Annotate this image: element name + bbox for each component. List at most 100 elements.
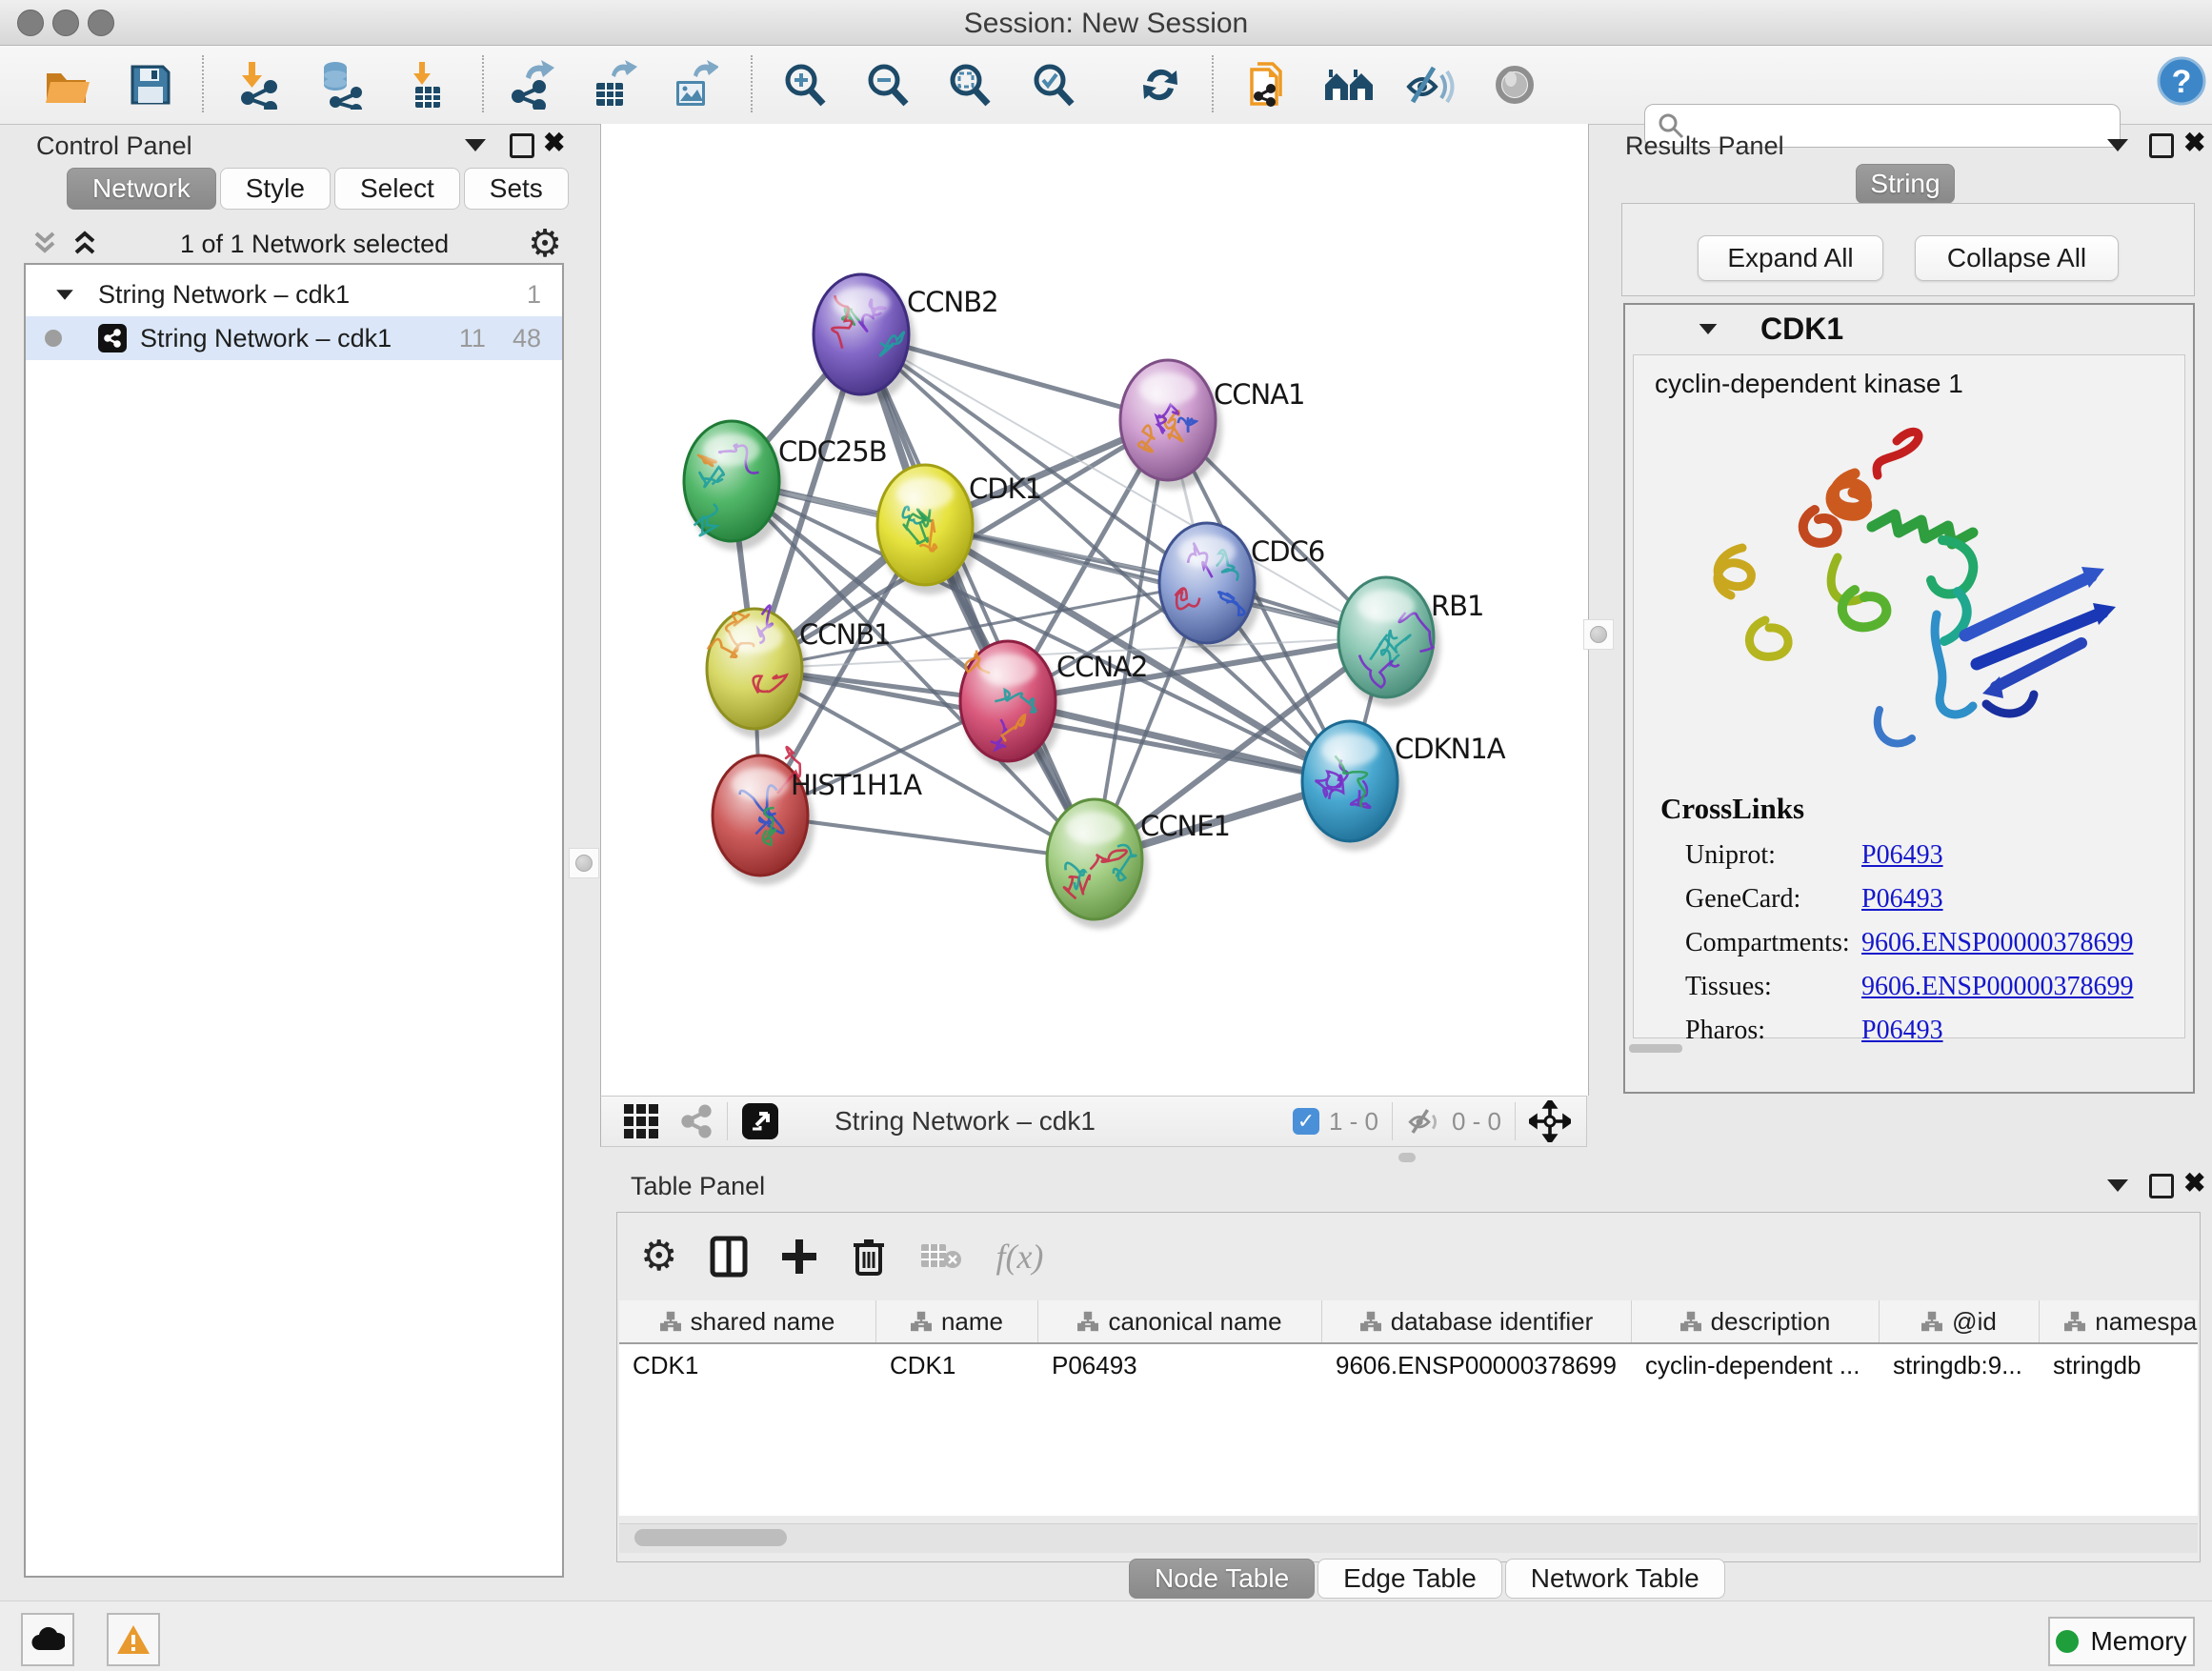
tree-expand-caret[interactable] xyxy=(56,290,73,299)
share-document-button[interactable] xyxy=(1241,59,1293,111)
presentation-sphere-button[interactable] xyxy=(1489,59,1540,111)
export-image-button[interactable] xyxy=(668,59,719,111)
warning-icon xyxy=(115,1623,151,1656)
warnings-button[interactable] xyxy=(107,1613,160,1666)
results-scrollbar-thumb[interactable] xyxy=(1629,1044,1682,1053)
network-tree-child-row[interactable]: String Network – cdk1 11 48 xyxy=(26,316,562,360)
table-scrollbar-thumb[interactable] xyxy=(634,1529,787,1546)
table-tab-network-table[interactable]: Network Table xyxy=(1505,1559,1725,1599)
memory-button[interactable]: Memory xyxy=(2048,1617,2195,1666)
table-panel-menu-caret[interactable] xyxy=(2107,1179,2128,1192)
crosslink-link[interactable]: P06493 xyxy=(1861,1016,1943,1046)
columns-icon[interactable] xyxy=(710,1236,748,1278)
save-session-button[interactable] xyxy=(125,59,176,111)
gene-expand-caret[interactable] xyxy=(1699,323,1718,333)
expand-all-button[interactable]: Expand All xyxy=(1698,235,1883,281)
left-splitter-handle[interactable] xyxy=(569,848,599,878)
delete-column-icon[interactable] xyxy=(851,1236,887,1278)
import-network-file-button[interactable] xyxy=(233,59,285,111)
control-panel-float-icon[interactable] xyxy=(510,133,534,158)
help-button[interactable]: ? xyxy=(2156,55,2207,107)
import-network-database-button[interactable] xyxy=(315,59,367,111)
open-session-button[interactable] xyxy=(41,59,92,111)
control-tab-select[interactable]: Select xyxy=(334,168,460,210)
grid-view-icon[interactable] xyxy=(622,1102,660,1140)
node-CCNB1[interactable]: CCNB1 xyxy=(707,606,891,738)
column-header-databaseidentifier[interactable]: database identifier xyxy=(1322,1300,1632,1342)
table-cell[interactable]: P06493 xyxy=(1038,1344,1322,1386)
table-tab-edge-table[interactable]: Edge Table xyxy=(1317,1559,1502,1599)
crosslinks-list: Uniprot:P06493GeneCard:P06493Compartment… xyxy=(1685,834,2162,1053)
collapse-all-button[interactable]: Collapse All xyxy=(1915,235,2119,281)
crosslink-link[interactable]: 9606.ENSP00000378699 xyxy=(1861,928,2133,958)
control-tab-style[interactable]: Style xyxy=(220,168,331,210)
column-header-sharedname[interactable]: shared name xyxy=(619,1300,876,1342)
network-graph[interactable]: CCNB2CCNA1CDC25BCDK1CDC6RB1CCNB1CCNA2CDK… xyxy=(601,124,1588,1096)
table-scrollbar-track[interactable] xyxy=(619,1523,2198,1553)
zoom-selected-button[interactable] xyxy=(1028,59,1079,111)
table-cell[interactable]: stringdb:9... xyxy=(1880,1344,2040,1386)
cloud-button[interactable] xyxy=(21,1613,74,1666)
results-tab-string[interactable]: String xyxy=(1856,164,1955,204)
node-CDK1[interactable]: CDK1 xyxy=(877,465,1041,594)
zoom-fit-button[interactable] xyxy=(944,59,995,111)
hide-graphics-button[interactable] xyxy=(1403,59,1455,111)
birdseye-view-icon[interactable] xyxy=(741,1102,779,1140)
window-title: Session: New Session xyxy=(0,8,2212,40)
table-cell[interactable]: 9606.ENSP00000378699 xyxy=(1322,1344,1632,1386)
node-label-CCNB1: CCNB1 xyxy=(799,618,891,651)
table-options-gear-icon[interactable]: ⚙ xyxy=(640,1236,677,1278)
results-panel-menu-caret[interactable] xyxy=(2107,139,2128,151)
table-row[interactable]: CDK1CDK1P064939606.ENSP00000378699cyclin… xyxy=(619,1344,2198,1386)
column-header-description[interactable]: description xyxy=(1632,1300,1880,1342)
zoom-out-button[interactable] xyxy=(862,59,914,111)
table-panel-close-icon[interactable]: ✖ xyxy=(2183,1174,2205,1193)
table-cell[interactable]: CDK1 xyxy=(619,1344,876,1386)
node-HIST1H1A[interactable]: HIST1H1A xyxy=(713,747,922,885)
hidden-eye-slash-icon[interactable] xyxy=(1406,1107,1442,1136)
node-label-HIST1H1A: HIST1H1A xyxy=(791,769,922,801)
node-CCNE1[interactable]: CCNE1 xyxy=(1047,799,1230,929)
zoom-in-button[interactable] xyxy=(779,59,831,111)
column-header-canonicalname[interactable]: canonical name xyxy=(1038,1300,1322,1342)
delete-table-icon[interactable] xyxy=(919,1240,963,1273)
expand-all-icon[interactable] xyxy=(69,230,101,258)
network-options-gear-icon[interactable]: ⚙ xyxy=(528,223,562,265)
control-panel-menu-caret[interactable] xyxy=(465,139,486,151)
crosslink-link[interactable]: 9606.ENSP00000378699 xyxy=(1861,972,2133,1002)
table-tab-node-table[interactable]: Node Table xyxy=(1129,1559,1315,1599)
results-panel-close-icon[interactable]: ✖ xyxy=(2183,133,2205,152)
collapse-all-icon[interactable] xyxy=(29,230,61,258)
results-panel-float-icon[interactable] xyxy=(2149,133,2174,158)
export-network-button[interactable] xyxy=(506,59,557,111)
import-table-button[interactable] xyxy=(401,59,452,111)
node-RB1[interactable]: RB1 xyxy=(1338,577,1484,707)
pan-crosshair-icon[interactable] xyxy=(1529,1100,1571,1142)
table-cell[interactable]: stringdb xyxy=(2040,1344,2198,1386)
selected-checkbox[interactable]: ✓ xyxy=(1293,1108,1319,1135)
gene-header-row[interactable]: CDK1 xyxy=(1625,305,2193,352)
column-header-name[interactable]: name xyxy=(876,1300,1038,1342)
node-CDKN1A[interactable]: CDKN1A xyxy=(1302,721,1506,851)
table-panel-float-icon[interactable] xyxy=(2149,1174,2174,1198)
crosslink-link[interactable]: P06493 xyxy=(1861,884,1943,915)
node-CCNA1[interactable]: CCNA1 xyxy=(1120,360,1304,490)
refresh-view-button[interactable] xyxy=(1135,59,1186,111)
control-tab-sets[interactable]: Sets xyxy=(464,168,569,210)
control-panel-close-icon[interactable]: ✖ xyxy=(543,133,565,152)
export-table-button[interactable] xyxy=(588,59,639,111)
control-tab-network[interactable]: Network xyxy=(67,168,216,210)
network-share-icon[interactable] xyxy=(679,1104,714,1138)
node-CDC25B[interactable]: CDC25B xyxy=(684,421,887,551)
string-home-button[interactable] xyxy=(1323,59,1375,111)
table-cell[interactable]: CDK1 xyxy=(876,1344,1038,1386)
node-CCNB2[interactable]: CCNB2 xyxy=(814,274,998,404)
column-header-namespace[interactable]: namespace xyxy=(2040,1300,2198,1342)
column-header-id[interactable]: @id xyxy=(1880,1300,2040,1342)
function-builder-icon[interactable]: f(x) xyxy=(995,1237,1043,1277)
crosslink-link[interactable]: P06493 xyxy=(1861,840,1943,871)
network-tree-root-row[interactable]: String Network – cdk1 1 xyxy=(26,272,562,316)
table-cell[interactable]: cyclin-dependent ... xyxy=(1632,1344,1880,1386)
network-canvas[interactable]: CCNB2CCNA1CDC25BCDK1CDC6RB1CCNB1CCNA2CDK… xyxy=(600,124,1589,1096)
add-column-icon[interactable] xyxy=(780,1238,818,1276)
